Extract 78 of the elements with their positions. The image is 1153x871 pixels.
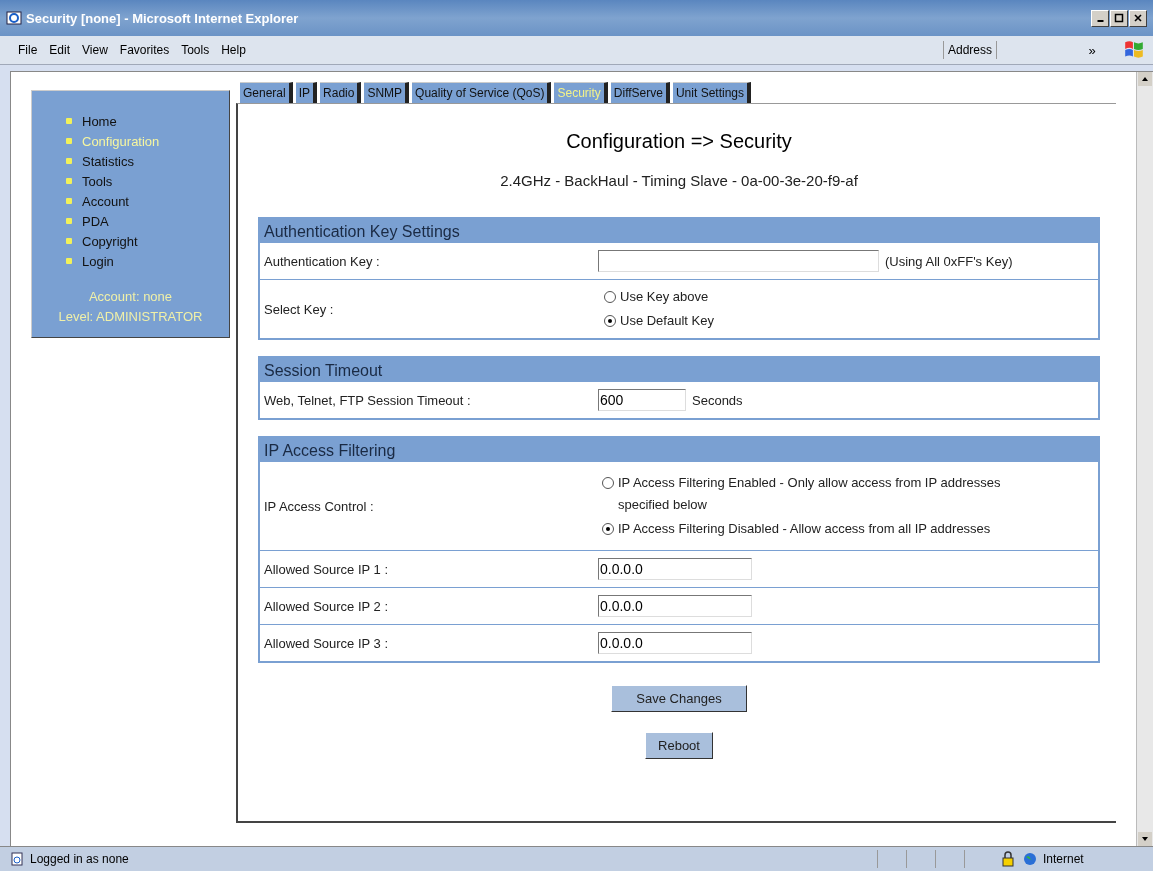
- maximize-icon: [1114, 13, 1124, 23]
- globe-icon: [1023, 852, 1037, 866]
- tab[interactable]: SNMP: [364, 82, 410, 103]
- radio-button[interactable]: [602, 523, 614, 535]
- reboot-button[interactable]: Reboot: [645, 732, 713, 759]
- lock-icon: [1001, 851, 1015, 867]
- field-label: Allowed Source IP 1 :: [263, 561, 390, 577]
- tab[interactable]: DiffServe: [610, 82, 670, 103]
- windows-logo-icon: [1123, 39, 1145, 61]
- section-header: IP Access Filtering: [260, 438, 1098, 461]
- bullet-icon: [66, 238, 72, 244]
- field-note: Seconds: [692, 392, 743, 408]
- bullet-icon: [66, 218, 72, 224]
- save-button[interactable]: Save Changes: [611, 685, 747, 712]
- minimize-icon: [1096, 20, 1104, 22]
- address-label[interactable]: Address: [942, 41, 997, 59]
- field-label: Authentication Key :: [263, 253, 381, 269]
- nav-link[interactable]: Copyright: [82, 233, 138, 249]
- radio-label: IP Access Filtering Disabled - Allow access from all IP addresses: [618, 520, 992, 538]
- level-text: Level: ADMINISTRATOR: [58, 308, 203, 326]
- input-field[interactable]: 0.0.0.0: [598, 595, 752, 617]
- input-field[interactable]: 0.0.0.0: [598, 558, 752, 580]
- tab[interactable]: Radio: [320, 82, 362, 103]
- scrollbar[interactable]: [1136, 72, 1153, 846]
- nav-link[interactable]: Tools: [82, 173, 113, 189]
- radio-label: IP Access Filtering Enabled - Only allow access from IP addresses specified below: [618, 474, 1002, 514]
- toolbar-overflow-button[interactable]: »: [1067, 42, 1117, 58]
- bullet-icon: [66, 158, 72, 164]
- close-icon: [1133, 13, 1143, 23]
- field-label: Allowed Source IP 3 :: [263, 635, 390, 651]
- field-label: Select Key :: [263, 301, 335, 317]
- nav-link[interactable]: Account: [82, 193, 129, 209]
- device-subtitle: 2.4GHz - BackHaul - Timing Slave - 0a-00-3e-20-f9-af: [499, 172, 859, 189]
- radio-button[interactable]: [602, 477, 614, 489]
- menu-item[interactable]: View: [82, 43, 108, 57]
- window-title: Security [none] - Microsoft Internet Explorer: [26, 10, 300, 26]
- radio-button[interactable]: [604, 315, 616, 327]
- radio-button[interactable]: [604, 291, 616, 303]
- close-button[interactable]: [1129, 9, 1147, 27]
- nav-link[interactable]: Home: [82, 113, 117, 129]
- input-field[interactable]: 0.0.0.0: [598, 632, 752, 654]
- tab[interactable]: General: [240, 82, 293, 103]
- browser-icon: [6, 10, 22, 26]
- field-label: IP Access Control :: [263, 498, 375, 514]
- bullet-icon: [66, 178, 72, 184]
- radio-label: Use Key above: [620, 288, 709, 306]
- scroll-up-icon[interactable]: [1138, 72, 1152, 86]
- radio-label: Use Default Key: [620, 312, 714, 330]
- nav-link[interactable]: Statistics: [82, 153, 134, 169]
- menu-item[interactable]: Help: [221, 43, 246, 57]
- maximize-button[interactable]: [1110, 9, 1128, 27]
- field-label: Allowed Source IP 2 :: [263, 598, 390, 614]
- page-icon: [10, 852, 24, 866]
- account-text: Account: none: [88, 288, 173, 306]
- menu-item[interactable]: Edit: [49, 43, 71, 57]
- minimize-button[interactable]: [1091, 9, 1109, 27]
- tab[interactable]: IP: [295, 82, 318, 103]
- field-note: (Using All 0xFF's Key): [885, 253, 1013, 269]
- field-label: Web, Telnet, FTP Session Timeout :: [263, 392, 472, 408]
- status-text: Logged in as none: [30, 852, 130, 866]
- tab[interactable]: Unit Settings: [672, 82, 751, 103]
- menu-item[interactable]: Tools: [181, 43, 210, 57]
- zone-text: Internet: [1043, 852, 1085, 866]
- tab[interactable]: Quality of Service (QoS): [412, 82, 552, 103]
- input-field[interactable]: [598, 250, 879, 272]
- bullet-icon: [66, 138, 72, 144]
- menu-item[interactable]: File: [18, 43, 38, 57]
- bullet-icon: [66, 198, 72, 204]
- nav-link[interactable]: PDA: [82, 213, 109, 229]
- section-header: Session Timeout: [260, 358, 1098, 381]
- menu-item[interactable]: Favorites: [119, 43, 170, 57]
- nav-link[interactable]: Login: [82, 253, 114, 269]
- scroll-down-icon[interactable]: [1138, 832, 1152, 846]
- bullet-icon: [66, 118, 72, 124]
- page-heading: Configuration => Security: [565, 130, 793, 154]
- section-header: Authentication Key Settings: [260, 219, 1098, 242]
- bullet-icon: [66, 258, 72, 264]
- input-field[interactable]: 600: [598, 389, 686, 411]
